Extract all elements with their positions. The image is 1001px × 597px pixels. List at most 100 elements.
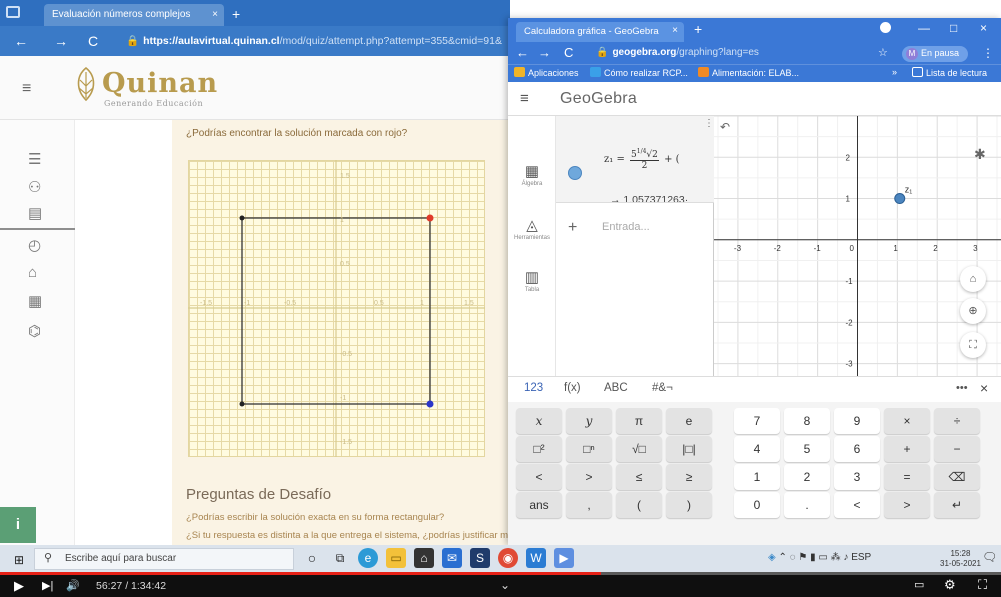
- geogebra-menu-icon[interactable]: ≡: [520, 90, 529, 107]
- key-num-3-3[interactable]: >: [884, 492, 930, 518]
- tray-icons[interactable]: ◌ ⚑ ▮ ▭ ⁂ ♪: [790, 552, 849, 563]
- bookmark-star-icon[interactable]: ☆: [878, 46, 888, 59]
- users-icon[interactable]: ⚇: [28, 178, 41, 196]
- geogebra-url-field[interactable]: 🔒 geogebra.org/graphing?lang=es: [596, 47, 759, 58]
- tray-app-icon[interactable]: ◈: [768, 552, 776, 563]
- word-icon[interactable]: W: [526, 548, 546, 568]
- key-3-0[interactable]: ans: [516, 492, 562, 518]
- reload-icon[interactable]: C: [88, 33, 98, 49]
- language-indicator[interactable]: ESP: [851, 552, 871, 563]
- back-arrow-icon[interactable]: ←: [516, 45, 529, 60]
- cortana-icon[interactable]: ○: [302, 548, 322, 568]
- key-num-2-2[interactable]: 3: [834, 464, 880, 490]
- subtitles-icon[interactable]: ▭: [914, 578, 924, 591]
- zoom-home-icon[interactable]: ⌂: [960, 266, 986, 292]
- info-button[interactable]: i: [0, 507, 36, 543]
- key-3-2[interactable]: (: [616, 492, 662, 518]
- tool-herramientas[interactable]: ◬ Herramientas: [508, 216, 556, 241]
- key-num-2-4[interactable]: ⌫: [934, 464, 980, 490]
- key-0-3[interactable]: e: [666, 408, 712, 434]
- gauge-icon[interactable]: ◴: [28, 236, 41, 254]
- key-3-3[interactable]: ): [666, 492, 712, 518]
- key-num-3-2[interactable]: <: [834, 492, 880, 518]
- volume-icon[interactable]: 🔊: [66, 579, 80, 592]
- taskbar-search-input[interactable]: Escribe aquí para buscar: [34, 548, 294, 570]
- chevron-up-icon[interactable]: ⌃: [778, 552, 786, 563]
- undo-icon[interactable]: ↶: [720, 120, 730, 134]
- list-icon[interactable]: ☰: [28, 150, 41, 168]
- key-0-0[interactable]: x: [516, 408, 562, 434]
- add-input-icon[interactable]: +: [568, 219, 577, 237]
- key-1-1[interactable]: □ⁿ: [566, 436, 612, 462]
- hamburger-menu-icon[interactable]: ≡: [22, 80, 31, 98]
- browser-menu-icon[interactable]: ⋮: [982, 46, 994, 60]
- tab-geogebra[interactable]: Calculadora gráfica - GeoGebra ×: [516, 22, 684, 42]
- visibility-toggle-icon[interactable]: [568, 166, 582, 180]
- calendar-icon[interactable]: ▦: [28, 292, 42, 310]
- settings-gear-icon[interactable]: ⚙: [944, 577, 956, 593]
- key-1-3[interactable]: |□|: [666, 436, 712, 462]
- store-icon[interactable]: ⌂: [414, 548, 434, 568]
- window-menu-icon[interactable]: [6, 6, 20, 18]
- key-num-2-0[interactable]: 1: [734, 464, 780, 490]
- close-window-icon[interactable]: ×: [980, 21, 987, 35]
- bookmark-rcp[interactable]: Cómo realizar RCP...: [590, 67, 688, 78]
- key-num-0-2[interactable]: 9: [834, 408, 880, 434]
- fullscreen-icon[interactable]: ⛶: [978, 577, 987, 593]
- url-field[interactable]: 🔒 https://aulavirtual.quinan.cl/mod/quiz/…: [126, 34, 502, 47]
- key-1-0[interactable]: □²: [516, 436, 562, 462]
- keyboard-close-icon[interactable]: ×: [980, 380, 988, 396]
- key-2-1[interactable]: >: [566, 464, 612, 490]
- key-num-3-0[interactable]: 0: [734, 492, 780, 518]
- maximize-icon[interactable]: □: [950, 21, 957, 35]
- new-tab-button[interactable]: +: [232, 6, 240, 22]
- algebra-expression[interactable]: z₁ = 51/4√2 2 + (: [604, 148, 680, 171]
- key-num-0-3[interactable]: ×: [884, 408, 930, 434]
- key-num-1-4[interactable]: −: [934, 436, 980, 462]
- chrome-icon[interactable]: ◉: [498, 548, 518, 568]
- minimize-icon[interactable]: —: [918, 21, 930, 35]
- chevron-down-icon[interactable]: ⌄: [500, 578, 510, 592]
- edge-icon[interactable]: e: [358, 548, 378, 568]
- keyboard-tab-123[interactable]: 123: [524, 382, 543, 394]
- task-view-icon[interactable]: ⧉: [330, 548, 350, 568]
- home-icon[interactable]: ⌂: [28, 264, 37, 281]
- bookmarks-more[interactable]: »: [892, 67, 897, 77]
- back-arrow-icon[interactable]: ←: [14, 33, 28, 49]
- fullscreen-icon[interactable]: ⛶: [960, 332, 986, 358]
- key-num-1-0[interactable]: 4: [734, 436, 780, 462]
- key-2-2[interactable]: ≤: [616, 464, 662, 490]
- video-app-icon[interactable]: ▶: [554, 548, 574, 568]
- site-logo[interactable]: Quinan: [102, 68, 218, 99]
- tab-close-icon[interactable]: ×: [212, 9, 218, 20]
- key-0-2[interactable]: π: [616, 408, 662, 434]
- graduation-cap-icon[interactable]: ⌬: [28, 322, 41, 340]
- key-2-3[interactable]: ≥: [666, 464, 712, 490]
- forward-arrow-icon[interactable]: →: [54, 33, 68, 49]
- graphics-canvas[interactable]: -3 -2 -1 0 1 2 3 2 1 -1 -2 -3 z₁: [714, 115, 1001, 376]
- key-num-1-3[interactable]: +: [884, 436, 930, 462]
- tab-evaluacion[interactable]: Evaluación números complejos ×: [44, 4, 224, 26]
- system-tray[interactable]: ◈ ⌃ ◌ ⚑ ▮ ▭ ⁂ ♪ ESP: [768, 552, 871, 563]
- graph-settings-icon[interactable]: ✱: [974, 146, 986, 163]
- key-num-0-0[interactable]: 7: [734, 408, 780, 434]
- new-tab-button[interactable]: +: [694, 21, 702, 37]
- key-1-2[interactable]: √□: [616, 436, 662, 462]
- forward-arrow-icon[interactable]: →: [538, 45, 551, 60]
- keyboard-more-icon[interactable]: •••: [956, 382, 968, 394]
- start-button-icon[interactable]: ⊞: [14, 553, 24, 567]
- key-num-2-1[interactable]: 2: [784, 464, 830, 490]
- key-3-1[interactable]: ,: [566, 492, 612, 518]
- tab-close-icon[interactable]: ×: [672, 25, 678, 36]
- key-num-0-1[interactable]: 8: [784, 408, 830, 434]
- bookmark-alimentacion[interactable]: Alimentación: ELAB...: [698, 67, 799, 78]
- file-explorer-icon[interactable]: ▭: [386, 548, 406, 568]
- keyboard-tab-abc[interactable]: ABC: [604, 382, 628, 394]
- next-icon[interactable]: ▶|: [42, 579, 53, 592]
- clock[interactable]: 15:28 31-05-2021: [940, 549, 981, 569]
- tool-algebra[interactable]: ▦ Álgebra: [508, 162, 556, 187]
- key-num-3-4[interactable]: ↵: [934, 492, 980, 518]
- algebra-input[interactable]: Entrada...: [602, 221, 650, 233]
- key-num-1-2[interactable]: 6: [834, 436, 880, 462]
- key-2-0[interactable]: <: [516, 464, 562, 490]
